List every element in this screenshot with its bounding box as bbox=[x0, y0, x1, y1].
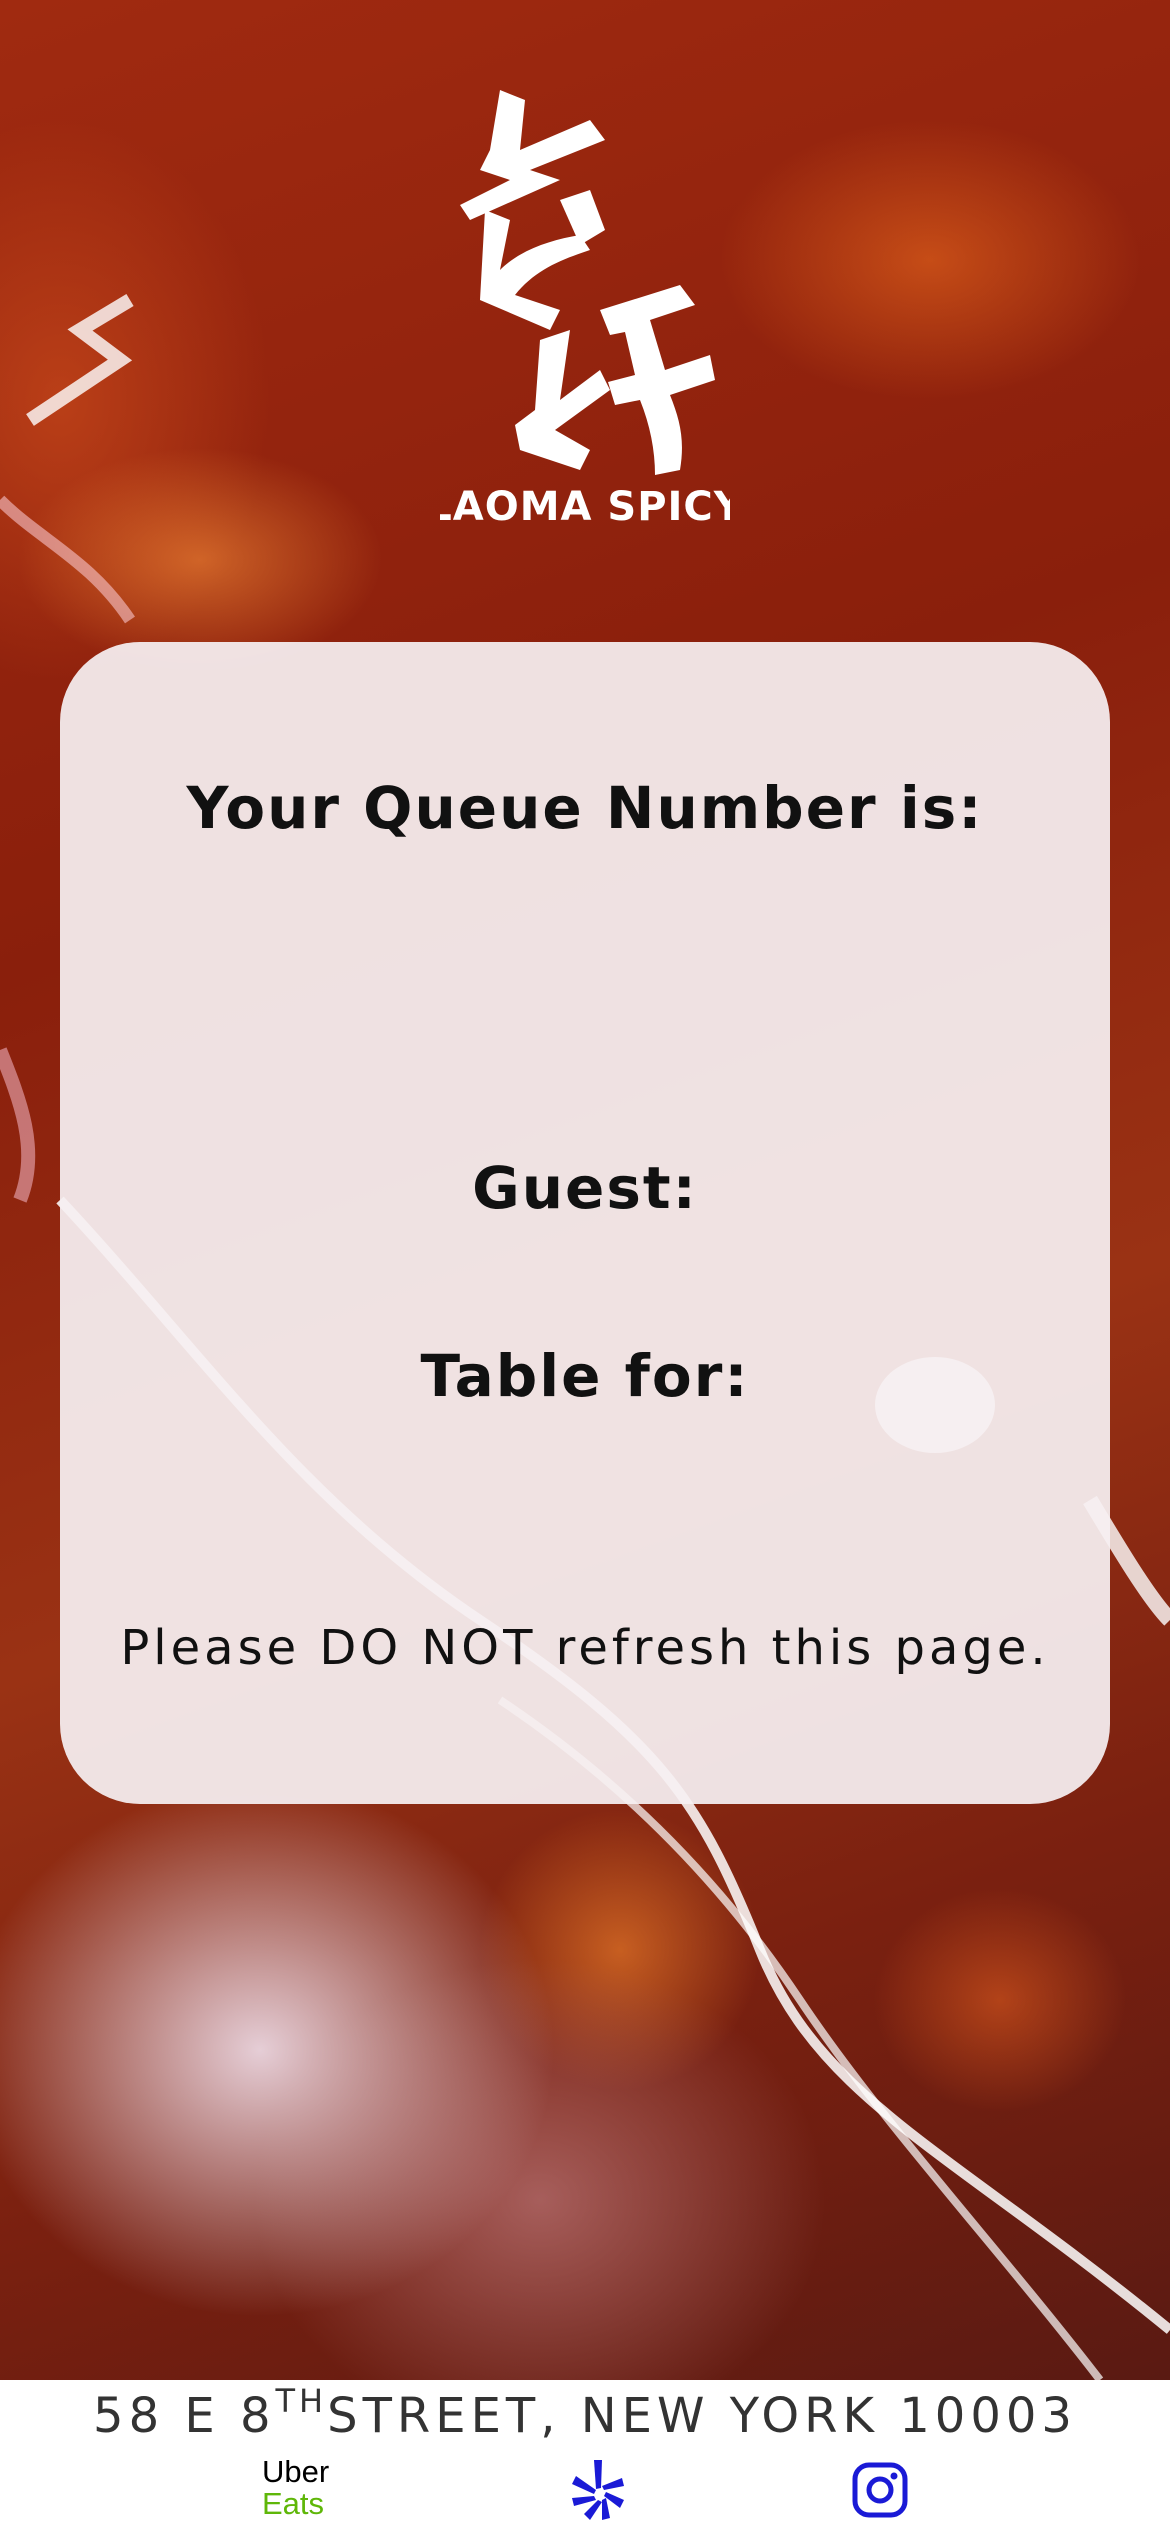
queue-card: Your Queue Number is: Guest: Table for: … bbox=[60, 642, 1110, 1804]
uber-eats-line2: Eats bbox=[262, 2486, 325, 2521]
instagram-link[interactable] bbox=[852, 2462, 908, 2518]
queue-number-label: Your Queue Number is: bbox=[186, 774, 984, 842]
footer: 58 E 8THSTREET, NEW YORK 10003 Uber Eats bbox=[0, 2380, 1170, 2532]
refresh-warning: Please DO NOT refresh this page. bbox=[120, 1620, 1050, 1676]
logo-text: LAOMA SPICY bbox=[440, 484, 730, 530]
table-for-label: Table for: bbox=[420, 1342, 750, 1410]
address: 58 E 8THSTREET, NEW YORK 10003 bbox=[0, 2382, 1170, 2444]
address-number: 58 E 8 bbox=[93, 2388, 276, 2444]
uber-eats-line1: Uber bbox=[262, 2454, 330, 2489]
guest-label: Guest: bbox=[472, 1154, 698, 1222]
yelp-link[interactable] bbox=[570, 2458, 626, 2522]
uber-eats-link[interactable]: Uber Eats bbox=[262, 2456, 352, 2520]
yelp-burst-icon bbox=[572, 2460, 624, 2520]
instagram-icon bbox=[852, 2462, 908, 2518]
address-suffix: TH bbox=[275, 2382, 328, 2420]
laoma-spicy-logo: LAOMA SPICY bbox=[426, 70, 743, 530]
logo-artwork: LAOMA SPICY bbox=[426, 90, 743, 530]
address-rest: STREET, NEW YORK 10003 bbox=[327, 2388, 1077, 2444]
